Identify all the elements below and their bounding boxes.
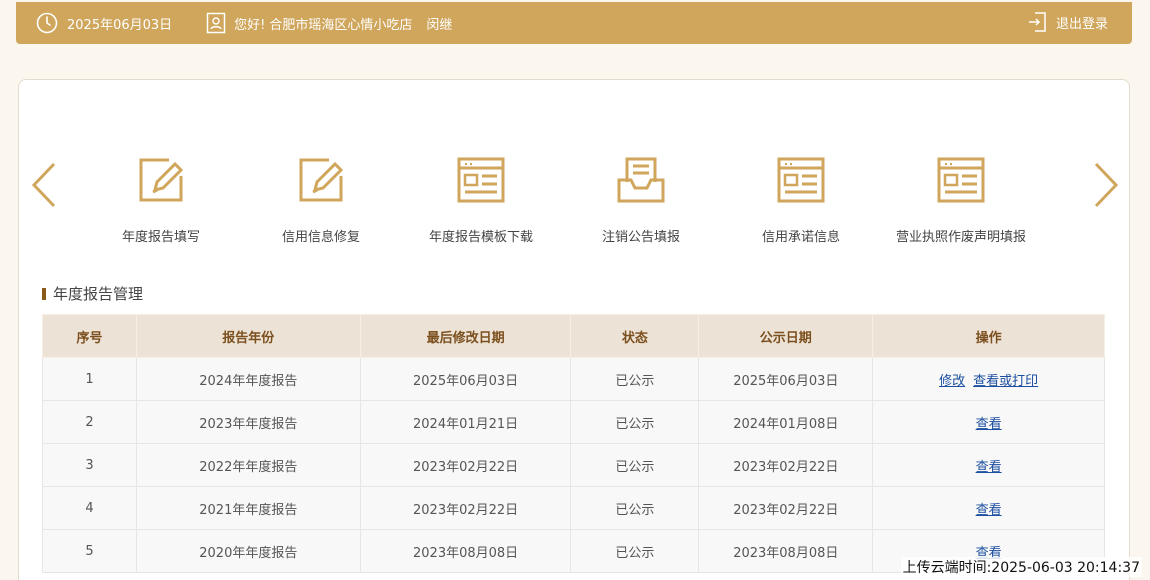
annual-report-table: 序号 报告年份 最后修改日期 状态 公示日期 操作 1 2024年年度报告 20…	[42, 314, 1105, 573]
cell-actions: 查看	[872, 400, 1105, 444]
cell-modified: 2023年02月22日	[359, 443, 572, 487]
chevron-left-icon	[31, 162, 56, 208]
view-link[interactable]: 查看	[976, 503, 1002, 518]
view-or-print-link[interactable]: 查看或打印	[973, 374, 1038, 389]
current-date: 2025年06月03日	[67, 17, 173, 33]
edit-icon	[295, 154, 347, 206]
template-icon	[455, 154, 507, 206]
view-link[interactable]: 查看	[976, 417, 1002, 432]
cell-published: 2023年02月22日	[698, 486, 874, 530]
cell-no: 1	[42, 357, 137, 401]
quick-link-credit-commitment[interactable]: 信用承诺信息	[721, 154, 881, 245]
cell-actions: 查看	[872, 443, 1105, 487]
date-display: 2025年06月03日	[36, 12, 172, 34]
cell-no: 3	[42, 443, 137, 487]
view-link[interactable]: 查看	[976, 460, 1002, 475]
section-title: 年度报告管理	[42, 283, 143, 304]
quick-link-label: 年度报告模板下载	[428, 230, 533, 245]
user-name: 合肥市瑶海区心情小吃店	[269, 17, 413, 33]
edit-icon	[135, 154, 187, 206]
main-card: 年度报告填写 信用信息修复 年度报告模板下载 注销公告填报 信用承诺信息 营业执…	[18, 79, 1130, 580]
cell-modified: 2023年08月08日	[359, 529, 572, 573]
quick-link-cancellation-notice[interactable]: 注销公告填报	[561, 154, 721, 245]
cell-year: 2020年年度报告	[135, 529, 361, 573]
column-header-published: 公示日期	[698, 314, 874, 358]
user-card-icon	[206, 12, 226, 34]
table-row: 2 2023年年度报告 2024年01月21日 已公示 2024年01月08日 …	[42, 400, 1105, 444]
cell-no: 5	[42, 529, 137, 573]
cell-year: 2024年年度报告	[135, 357, 361, 401]
cell-status: 已公示	[570, 400, 700, 444]
cell-actions: 查看	[872, 486, 1105, 530]
quick-link-credit-repair[interactable]: 信用信息修复	[241, 154, 401, 245]
column-header-no: 序号	[42, 314, 137, 358]
quick-link-label: 注销公告填报	[601, 230, 680, 245]
quick-link-template-download[interactable]: 年度报告模板下载	[401, 154, 561, 245]
carousel-prev-button[interactable]	[29, 160, 59, 210]
cell-modified: 2023年02月22日	[359, 486, 572, 530]
user-greeting: 您好! 合肥市瑶海区心情小吃店 闵继	[206, 12, 452, 34]
quick-link-label: 年度报告填写	[121, 230, 200, 245]
clock-icon	[36, 12, 58, 34]
quick-link-label: 信用信息修复	[281, 230, 360, 245]
quick-link-label: 营业执照作废声明填报	[895, 230, 1026, 245]
cell-no: 2	[42, 400, 137, 444]
cell-modified: 2025年06月03日	[359, 357, 572, 401]
logout-icon	[1027, 11, 1047, 33]
section-marker	[42, 287, 46, 300]
cell-status: 已公示	[570, 529, 700, 573]
template-icon	[935, 154, 987, 206]
carousel-next-button[interactable]	[1091, 160, 1121, 210]
cell-modified: 2024年01月21日	[359, 400, 572, 444]
chevron-right-icon	[1094, 162, 1119, 208]
column-header-year: 报告年份	[135, 314, 361, 358]
cell-year: 2021年年度报告	[135, 486, 361, 530]
user-role: 闵继	[426, 17, 453, 33]
cell-published: 2024年01月08日	[698, 400, 874, 444]
upload-timestamp: 上传云端时间:2025-06-03 20:14:37	[900, 557, 1142, 577]
cell-published: 2023年08月08日	[698, 529, 874, 573]
cell-status: 已公示	[570, 486, 700, 530]
quick-link-license-void-statement[interactable]: 营业执照作废声明填报	[881, 154, 1041, 245]
section-title-text: 年度报告管理	[53, 285, 144, 303]
inbox-doc-icon	[615, 154, 667, 206]
column-header-status: 状态	[570, 314, 700, 358]
greeting-text: 您好!	[234, 17, 266, 33]
cell-year: 2023年年度报告	[135, 400, 361, 444]
cell-status: 已公示	[570, 443, 700, 487]
cell-no: 4	[42, 486, 137, 530]
template-icon	[775, 154, 827, 206]
table-header-row: 序号 报告年份 最后修改日期 状态 公示日期 操作	[42, 314, 1105, 358]
cell-published: 2025年06月03日	[698, 357, 874, 401]
cell-year: 2022年年度报告	[135, 443, 361, 487]
table-row: 4 2021年年度报告 2023年02月22日 已公示 2023年02月22日 …	[42, 486, 1105, 530]
table-row: 3 2022年年度报告 2023年02月22日 已公示 2023年02月22日 …	[42, 443, 1105, 487]
column-header-actions: 操作	[872, 314, 1105, 358]
quick-link-annual-report-fill[interactable]: 年度报告填写	[81, 154, 241, 245]
column-header-modified: 最后修改日期	[359, 314, 572, 358]
cell-published: 2023年02月22日	[698, 443, 874, 487]
cell-actions: 修改 查看或打印	[872, 357, 1105, 401]
cell-status: 已公示	[570, 357, 700, 401]
logout-button[interactable]: 退出登录	[1027, 11, 1108, 33]
quick-link-label: 信用承诺信息	[761, 230, 840, 245]
table-row: 1 2024年年度报告 2025年06月03日 已公示 2025年06月03日 …	[42, 357, 1105, 401]
logout-label: 退出登录	[1055, 16, 1108, 32]
top-bar: 2025年06月03日 您好! 合肥市瑶海区心情小吃店 闵继 退出登录	[16, 2, 1132, 44]
edit-link[interactable]: 修改	[939, 374, 965, 389]
